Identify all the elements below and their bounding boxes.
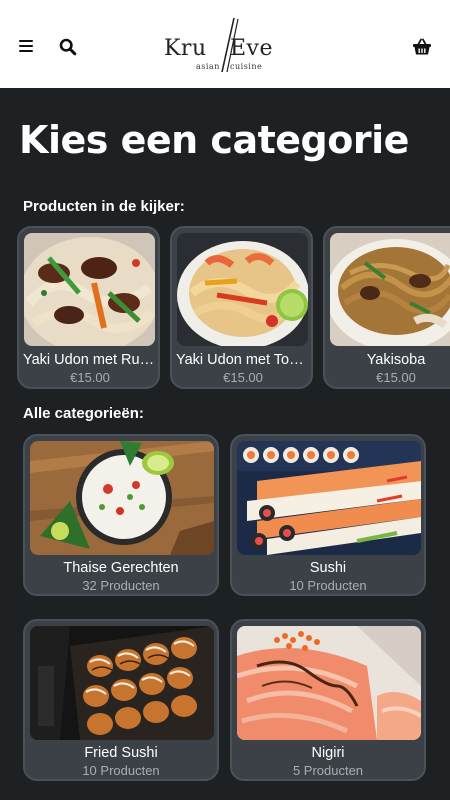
category-count: 5 Producten [292,763,364,778]
product-price: €15.00 [376,370,416,385]
category-card[interactable]: Nigiri 5 Producten [230,619,426,781]
category-image [237,626,421,740]
category-image [237,441,421,555]
category-image [30,626,214,740]
category-name: Sushi [309,560,347,576]
product-image [177,233,308,346]
product-name: Yakisoba [366,352,426,368]
brand-logo[interactable]: Kru Eve asian cuisine [160,16,292,74]
shopping-basket-icon[interactable] [412,38,432,56]
category-name: Thaise Gerechten [63,560,179,576]
featured-product-card[interactable]: Yaki Udon met Rundsvlees €15.00 [17,226,160,389]
page-title: Kies een categorie [19,118,409,162]
app-header: Kru Eve asian cuisine [0,0,450,88]
category-image [30,441,214,555]
featured-section-label: Producten in de kijker: [23,198,185,215]
product-image [24,233,155,346]
featured-product-card[interactable]: Yaki Udon met Tonijn €15.00 [170,226,313,389]
featured-product-card[interactable]: Yakisoba €15.00 [323,226,450,389]
category-card[interactable]: Sushi 10 Producten [230,434,426,596]
product-price: €15.00 [223,370,263,385]
logo-word-left: Kru [164,36,207,61]
product-name: Yaki Udon met Tonijn [176,352,310,368]
category-name: Fried Sushi [84,745,158,761]
category-name: Nigiri [311,745,345,761]
categories-section-label: Alle categorieën: [23,405,144,422]
category-count: 32 Producten [82,578,160,593]
category-count: 10 Producten [289,578,367,593]
product-name: Yaki Udon met Rundsvlees [23,352,157,368]
category-card[interactable]: Thaise Gerechten 32 Producten [23,434,219,596]
category-count: 10 Producten [82,763,160,778]
chopsticks-icon [221,17,239,73]
hamburger-menu-icon[interactable] [19,40,33,53]
search-icon[interactable] [59,38,77,56]
product-image [330,233,450,346]
product-price: €15.00 [70,370,110,385]
featured-carousel[interactable]: Yaki Udon met Rundsvlees €15.00 Yaki Udo… [0,226,450,391]
category-card[interactable]: Fried Sushi 10 Producten [23,619,219,781]
